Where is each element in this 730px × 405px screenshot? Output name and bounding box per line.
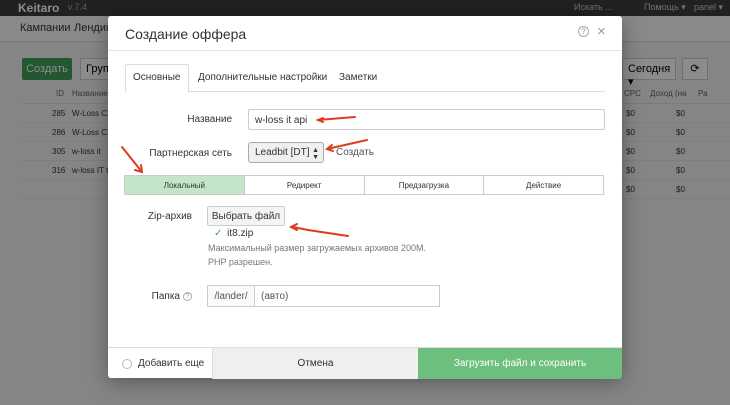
tab-main[interactable]: Основные (133, 72, 180, 83)
zip-hint-php: PHP разрешен. (208, 257, 273, 267)
network-select-value: Leadbit [DT] (255, 147, 310, 158)
folder-label-wrap: Папка? (128, 291, 192, 302)
select-arrows-icon: ▲ ▼ (312, 147, 319, 161)
network-label: Партнерская сеть (149, 148, 232, 159)
uploaded-file-name: it8.zip (227, 228, 254, 239)
add-more-label: Добавить еще (138, 358, 205, 369)
toggle-icon (122, 358, 132, 369)
cancel-button[interactable]: Отмена (212, 348, 418, 379)
segment-local[interactable]: Локальный (125, 176, 245, 194)
create-network-link[interactable]: Создать (336, 147, 374, 158)
close-icon[interactable]: × (597, 23, 606, 40)
offer-type-selector: Локальный Редирект Предзагрузка Действие (124, 175, 604, 195)
folder-label: Папка (151, 291, 180, 302)
name-input[interactable]: w-loss it api (248, 109, 605, 130)
folder-help-icon[interactable]: ? (183, 291, 192, 301)
segment-preload[interactable]: Предзагрузка (365, 176, 485, 194)
choose-file-button[interactable]: Выбрать файл (207, 206, 285, 226)
name-label: Название (187, 114, 232, 125)
check-icon: ✓ (214, 228, 223, 239)
modal-tabs: Основные Дополнительные настройки Заметк… (125, 64, 605, 93)
uploaded-file: ✓ it8.zip (214, 228, 253, 239)
create-offer-modal: Создание оффера ? × Основные Дополнитель… (108, 16, 622, 379)
help-icon[interactable]: ? (578, 26, 589, 37)
segment-action[interactable]: Действие (484, 176, 603, 194)
tab-notes[interactable]: Заметки (339, 72, 377, 83)
upload-and-save-button[interactable]: Загрузить файл и сохранить (418, 348, 622, 379)
network-select[interactable]: Leadbit [DT] ▲ ▼ (248, 142, 324, 163)
header-divider (108, 50, 622, 51)
add-more-toggle[interactable]: Добавить еще (108, 348, 212, 379)
segment-redirect[interactable]: Редирект (245, 176, 365, 194)
modal-title: Создание оффера (125, 26, 247, 42)
folder-prefix: /lander/ (207, 285, 255, 307)
tab-advanced-settings[interactable]: Дополнительные настройки (198, 72, 327, 83)
modal-footer: Добавить еще Отмена Загрузить файл и сох… (108, 347, 622, 379)
folder-input[interactable]: (авто) (254, 285, 440, 307)
zip-hint-size: Максимальный размер загружаемых архивов … (208, 243, 427, 253)
zip-label: Zip-архив (147, 211, 192, 222)
